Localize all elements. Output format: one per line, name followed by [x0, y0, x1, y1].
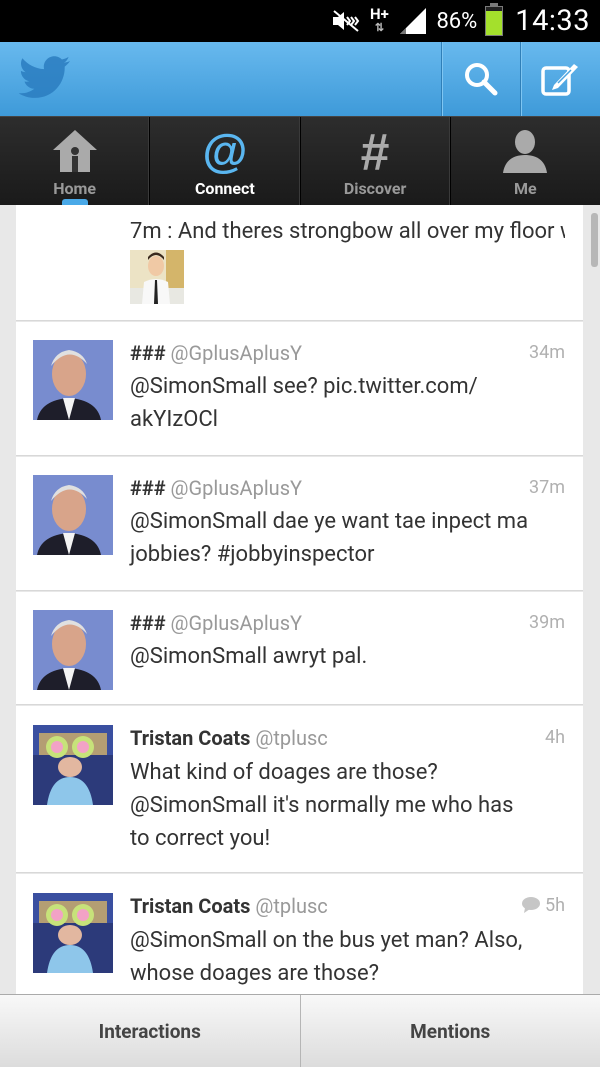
interactions-timeline[interactable]: 7m : And theres strongbow all over my fl…	[0, 205, 600, 994]
tweet-author-name[interactable]: ###	[130, 476, 166, 500]
search-icon	[465, 63, 498, 96]
tweet-item[interactable]: ### @GplusAplusY 34m @SimonSmall see? pi…	[16, 322, 583, 456]
tab-connect-label: Connect	[194, 179, 255, 198]
tab-connect[interactable]: @ Connect	[150, 117, 301, 205]
tab-home[interactable]: Home	[0, 117, 151, 205]
tweet-text: @SimonSmall awryt pal.	[130, 644, 368, 669]
tweet-text: @SimonSmall dae ye want tae inpect ma jo…	[130, 509, 529, 567]
avatar[interactable]	[33, 893, 113, 973]
interactions-tab[interactable]: Interactions	[0, 995, 301, 1067]
at-icon: @	[201, 126, 249, 176]
tweet-photo-thumbnail[interactable]	[130, 250, 184, 304]
tab-me-label: Me	[514, 179, 537, 198]
avatar[interactable]	[33, 340, 113, 420]
search-button[interactable]	[441, 42, 520, 116]
mute-icon	[333, 10, 360, 32]
compose-button[interactable]	[520, 42, 599, 116]
home-icon	[51, 127, 99, 175]
tab-discover[interactable]: # Discover	[301, 117, 451, 205]
avatar[interactable]	[33, 725, 113, 805]
svg-text:#: #	[361, 126, 390, 176]
app-bar	[0, 42, 600, 116]
twitter-bird-logo[interactable]	[18, 54, 72, 102]
tweet-timestamp: 4h	[544, 727, 565, 748]
tweet-author-name[interactable]: ###	[130, 341, 166, 365]
tweet-item[interactable]: ### @GplusAplusY 39m @SimonSmall awryt p…	[16, 592, 583, 705]
tweet-timestamp: 5h	[544, 895, 565, 916]
battery-icon	[485, 3, 504, 36]
tweet-text: @SimonSmall on the bus yet man? Also, wh…	[130, 928, 523, 986]
battery-percent: 86%	[436, 8, 478, 34]
tweet-author-handle[interactable]: @GplusAplusY	[171, 341, 303, 365]
tweet-author-name[interactable]: Tristan Coats	[130, 726, 250, 750]
tweet-text: What kind of doages are those? @SimonSma…	[130, 760, 514, 851]
tab-home-label: Home	[53, 179, 97, 198]
tweet-author-handle[interactable]: @tplusc	[255, 894, 327, 918]
bottom-tab-bar: Interactions Mentions	[0, 994, 600, 1067]
tweet-author-handle[interactable]: @GplusAplusY	[171, 611, 303, 635]
tweet-item[interactable]: ### @GplusAplusY 37m @SimonSmall dae ye …	[16, 457, 583, 591]
svg-text:@: @	[202, 126, 247, 176]
conversation-icon	[521, 897, 540, 913]
truncated-tweet-text: 7m : And theres strongbow all over my fl…	[130, 219, 565, 244]
tweet-timestamp: 39m	[528, 612, 565, 633]
clock: 14:33	[515, 4, 590, 38]
list-item[interactable]: 7m : And theres strongbow all over my fl…	[16, 205, 583, 321]
tweet-author-name[interactable]: Tristan Coats	[130, 894, 250, 918]
compose-icon	[541, 64, 578, 96]
status-bar: H+ ⇅ 86% 14:33	[0, 0, 600, 42]
tweet-author-handle[interactable]: @tplusc	[255, 726, 327, 750]
tweet-author-handle[interactable]: @GplusAplusY	[171, 476, 303, 500]
tweet-timestamp: 37m	[528, 477, 565, 498]
person-icon	[501, 127, 549, 175]
network-type-indicator: H+ ⇅	[370, 5, 389, 35]
mentions-tab[interactable]: Mentions	[300, 995, 600, 1067]
tweet-author-name[interactable]: ###	[130, 611, 166, 635]
tab-me[interactable]: Me	[451, 117, 600, 205]
hash-icon: #	[351, 126, 399, 176]
tweet-item[interactable]: Tristan Coats @tplusc 5h @SimonSmall on …	[16, 874, 583, 994]
scrollbar[interactable]	[591, 213, 598, 267]
avatar[interactable]	[33, 475, 113, 555]
tweet-text: @SimonSmall see? pic.twitter.com/ akYIzO…	[130, 374, 478, 432]
avatar[interactable]	[33, 610, 113, 690]
signal-icon	[400, 8, 427, 34]
tweet-item[interactable]: Tristan Coats @tplusc 4h What kind of do…	[16, 706, 583, 873]
data-arrows-icon: ⇅	[374, 21, 385, 34]
main-tabs: Home @ Connect # Discover Me	[0, 116, 600, 205]
tweet-timestamp: 34m	[528, 342, 565, 363]
tab-discover-label: Discover	[343, 179, 407, 198]
